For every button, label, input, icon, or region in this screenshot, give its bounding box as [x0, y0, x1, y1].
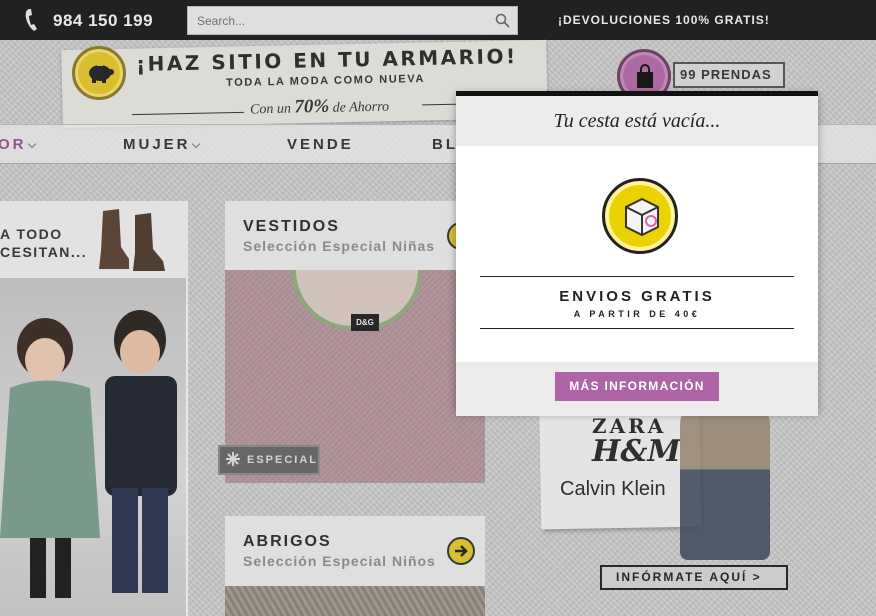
shipping-badge — [602, 178, 678, 254]
more-info-button[interactable]: MÁS INFORMACIÓN — [555, 372, 719, 401]
shipping-title: ENVIOS GRATIS — [559, 288, 715, 305]
cart-popup: Tu cesta está vacía... ENVIOS GRATIS A P… — [456, 91, 818, 416]
box-icon — [625, 197, 659, 237]
shipping-divider-top — [480, 276, 794, 277]
shipping-divider-bottom — [480, 328, 794, 329]
shipping-subtitle: A PARTIR DE 40€ — [573, 309, 701, 319]
cart-empty-message: Tu cesta está vacía... — [553, 110, 721, 132]
